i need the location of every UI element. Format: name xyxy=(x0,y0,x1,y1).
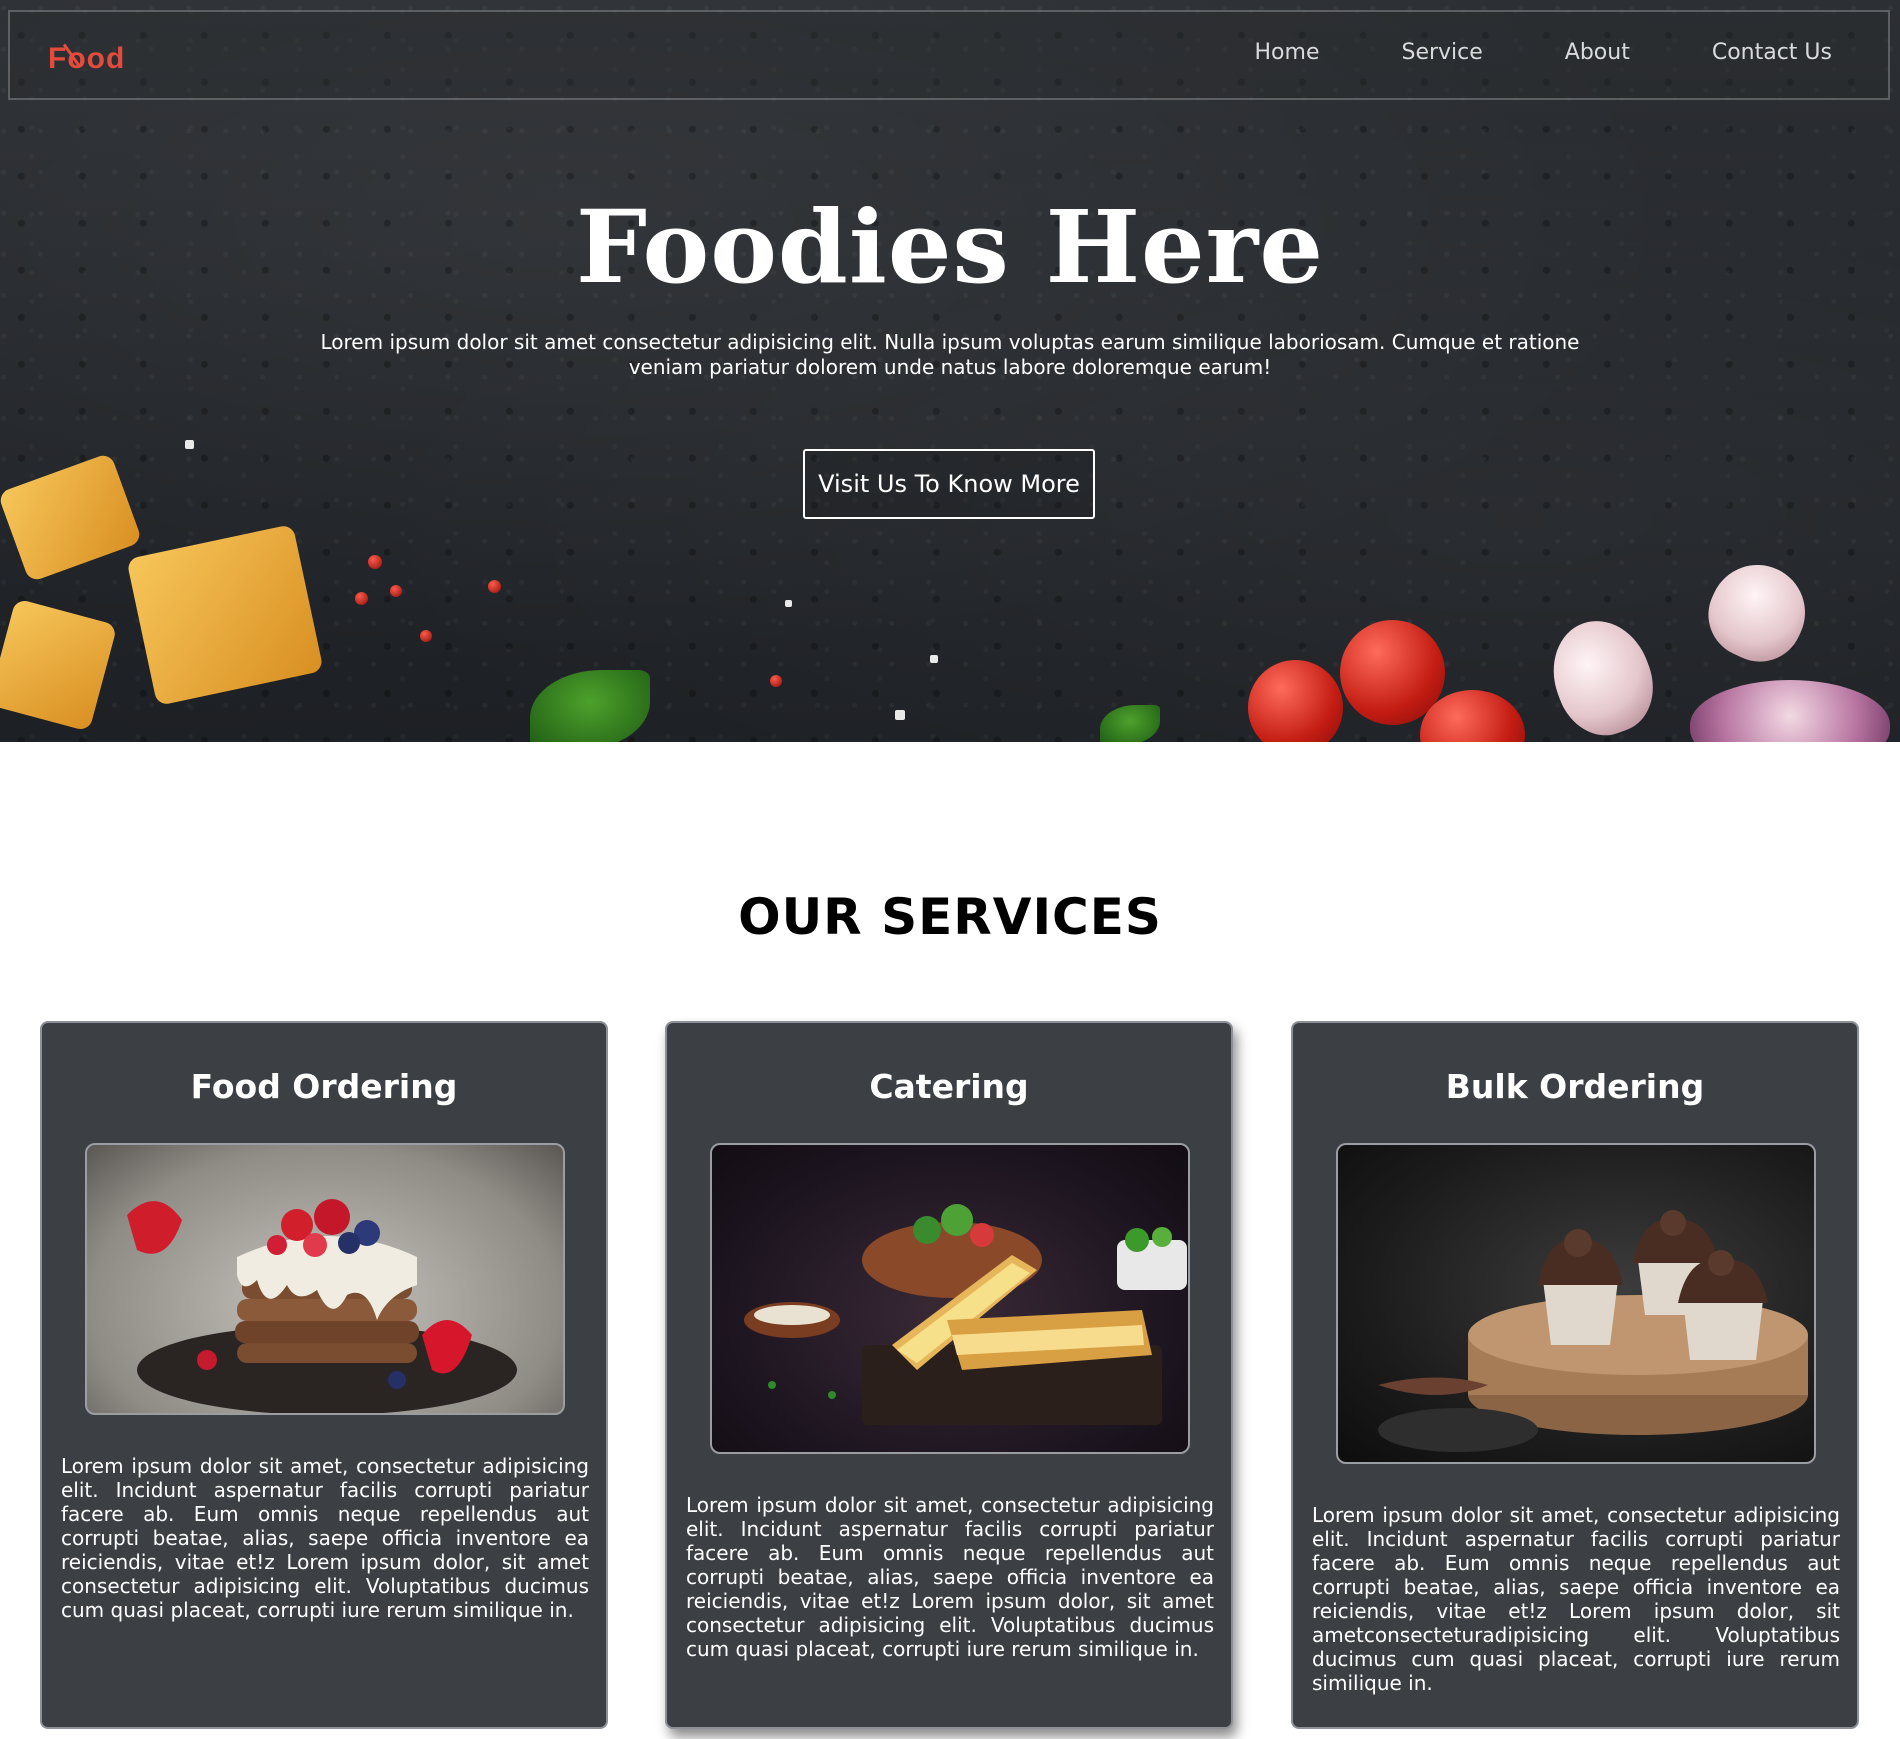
chocolate-cupcakes-image xyxy=(1336,1143,1816,1464)
service-card-food-ordering: Food Ordering Lorem ipsum dolor sit amet… xyxy=(40,1021,608,1729)
nav-link-contact-us[interactable]: Contact Us xyxy=(1712,40,1832,65)
card-description: Lorem ipsum dolor sit amet, consectetur … xyxy=(1312,1503,1840,1695)
service-card-catering: Catering Lorem ipsum dolor sit amet, con… xyxy=(665,1021,1233,1729)
salt-decoration xyxy=(785,600,792,607)
nav-link-about[interactable]: About xyxy=(1565,40,1630,65)
card-description: Lorem ipsum dolor sit amet, consectetur … xyxy=(61,1454,589,1622)
card-description: Lorem ipsum dolor sit amet, consectetur … xyxy=(686,1493,1214,1661)
services-heading: OUR SERVICES xyxy=(738,888,1162,946)
nav-link-service[interactable]: Service xyxy=(1401,40,1482,65)
pancake-illustration xyxy=(127,1199,517,1413)
site-logo[interactable]: Food xyxy=(48,42,125,76)
hero-description: Lorem ipsum dolor sit amet consectetur a… xyxy=(320,330,1580,379)
sandwich-illustration xyxy=(744,1204,1187,1425)
cupcake-illustration xyxy=(1378,1210,1808,1452)
salt-decoration xyxy=(930,655,938,663)
nav-links: Home Service About Contact Us xyxy=(1173,40,1832,65)
peppercorn-decoration xyxy=(488,580,501,593)
visit-us-button[interactable]: Visit Us To Know More xyxy=(803,449,1095,519)
salt-decoration xyxy=(185,440,194,449)
service-card-bulk-ordering: Bulk Ordering Lorem ipsum dolor sit amet… xyxy=(1291,1021,1859,1729)
peppercorn-decoration xyxy=(355,592,368,605)
card-title: Bulk Ordering xyxy=(1445,1067,1705,1106)
navbar: Food Home Service About Contact Us xyxy=(8,10,1890,100)
salt-decoration xyxy=(895,710,905,720)
hero-title: Foodies Here xyxy=(576,188,1324,306)
card-title: Food Ordering xyxy=(190,1067,458,1106)
peppercorn-decoration xyxy=(368,555,382,569)
hero-section: Food Home Service About Contact Us Foodi… xyxy=(0,0,1900,742)
pancake-stack-image xyxy=(85,1143,565,1415)
nav-link-home[interactable]: Home xyxy=(1255,40,1320,65)
peppercorn-decoration xyxy=(390,585,402,597)
peppercorn-decoration xyxy=(420,630,432,642)
grilled-sandwich-image xyxy=(710,1143,1190,1454)
card-title: Catering xyxy=(869,1067,1029,1106)
peppercorn-decoration xyxy=(770,675,782,687)
